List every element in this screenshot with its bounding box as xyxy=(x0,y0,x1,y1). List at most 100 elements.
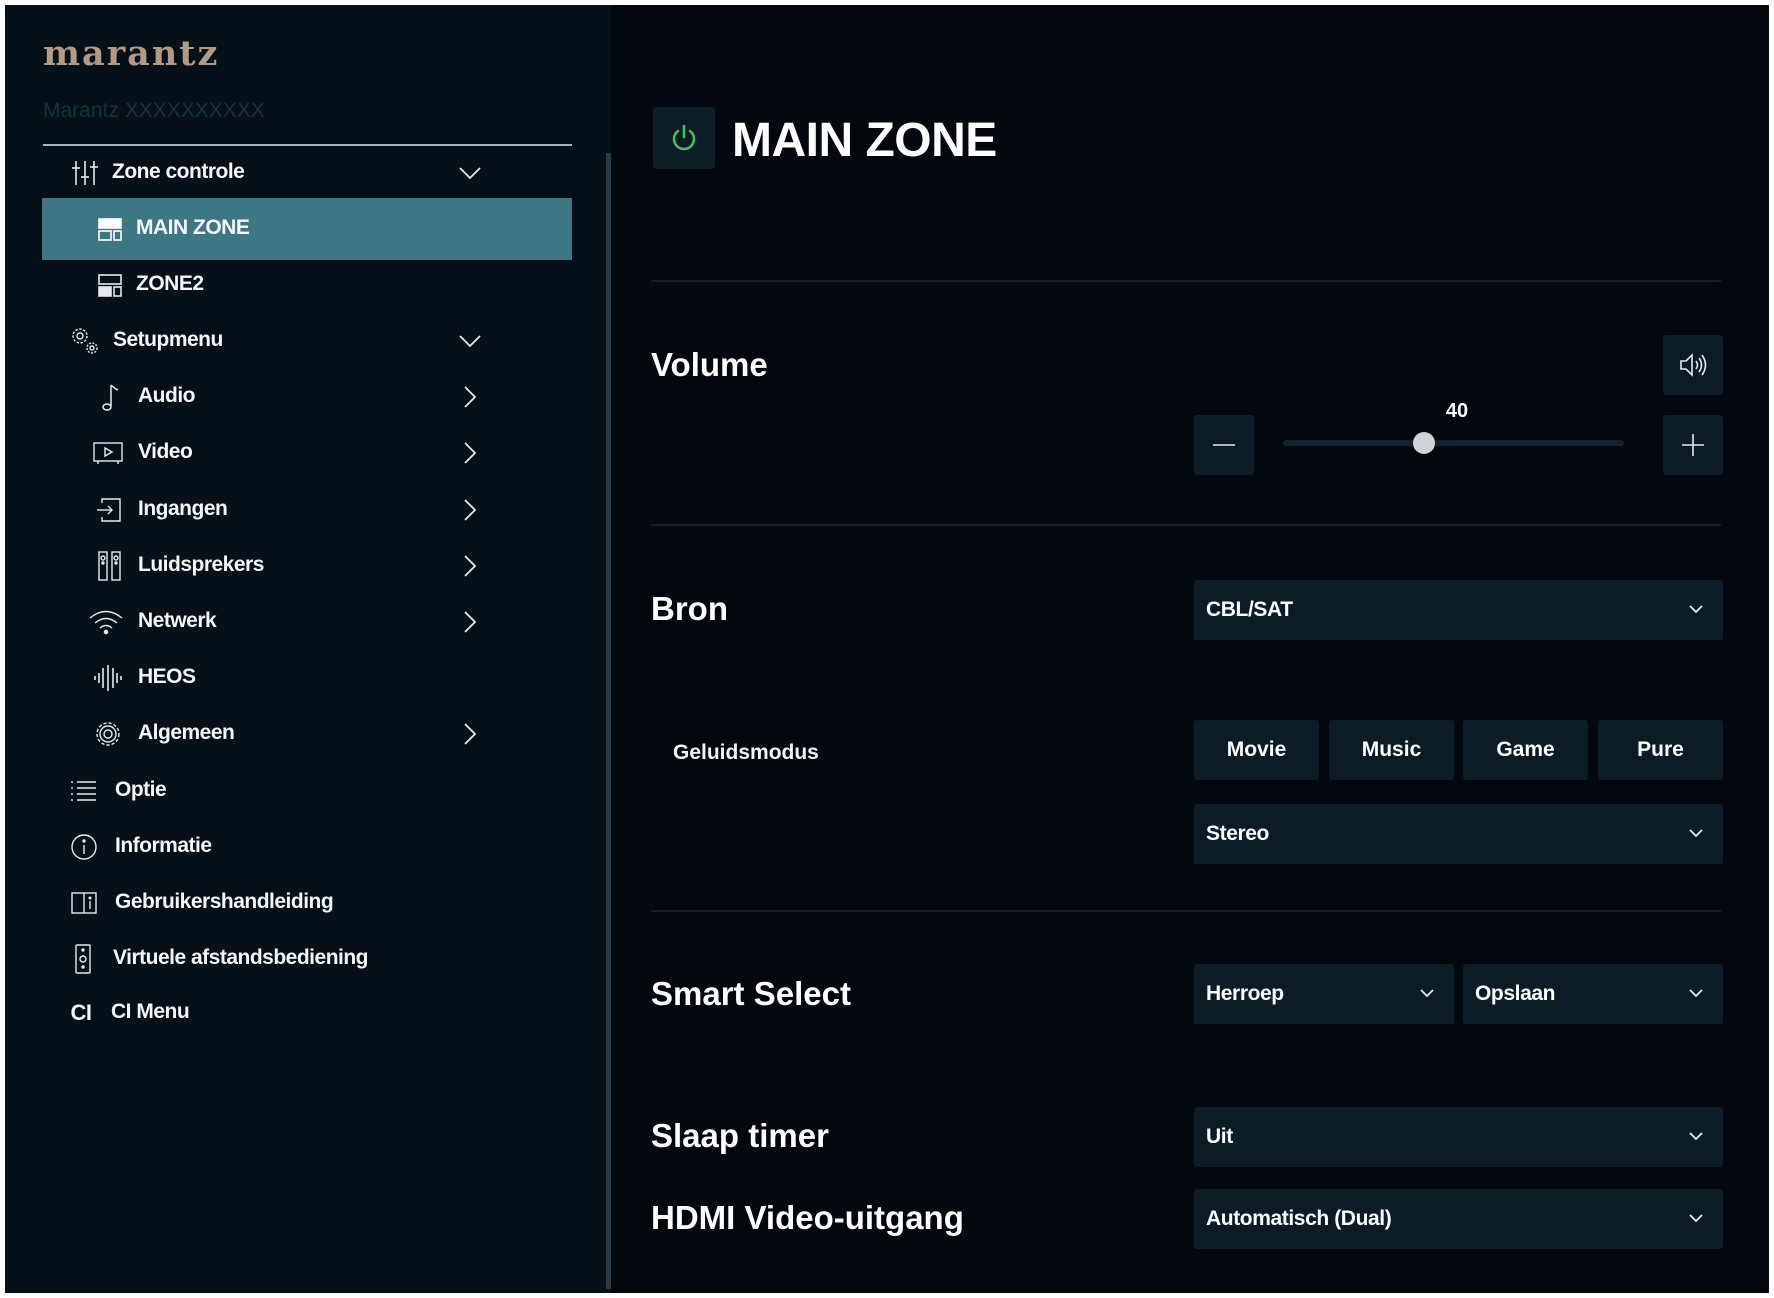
volume-value: 40 xyxy=(1445,400,1469,422)
speakers-icon xyxy=(92,548,128,584)
sidebar-item-ingangen[interactable]: Ingangen xyxy=(43,479,572,541)
volume-slider-thumb[interactable] xyxy=(1413,432,1436,454)
source-value: CBL/SAT xyxy=(1206,598,1293,621)
hdmi-output-value: Automatisch (Dual) xyxy=(1206,1207,1392,1230)
chevron-down-icon xyxy=(1416,982,1438,1004)
heos-icon xyxy=(90,660,126,696)
smart-select-recall-select[interactable]: Herroep xyxy=(1194,964,1454,1024)
sleep-timer-value: Uit xyxy=(1206,1125,1233,1148)
sidebar-item-luidsprekers[interactable]: Luidsprekers xyxy=(43,535,572,597)
chevron-down-icon xyxy=(457,160,483,186)
smart-select-label: Smart Select xyxy=(651,975,851,1012)
divider xyxy=(651,280,1721,282)
sidebar-item-label: ZONE2 xyxy=(136,272,204,295)
sound-mode-movie-button[interactable]: Movie xyxy=(1194,720,1319,780)
smart-select-recall-value: Herroep xyxy=(1206,982,1284,1005)
sleep-timer-label: Slaap timer xyxy=(651,1117,829,1154)
list-icon xyxy=(65,773,101,809)
divider xyxy=(651,524,1721,526)
sound-mode-game-button[interactable]: Game xyxy=(1463,720,1588,780)
sleep-timer-select[interactable]: Uit xyxy=(1194,1107,1723,1167)
chevron-right-icon xyxy=(457,553,483,579)
mute-button[interactable] xyxy=(1663,335,1723,395)
remote-icon xyxy=(65,941,101,977)
sidebar-item-algemeen[interactable]: Algemeen xyxy=(43,703,572,765)
chevron-right-icon xyxy=(457,497,483,523)
sound-mode-pure-button[interactable]: Pure xyxy=(1598,720,1723,780)
gear-icon xyxy=(90,716,126,752)
model-name: Marantz XXXXXXXXXX xyxy=(43,99,265,122)
sidebar-item-zone-controle[interactable]: Zone controle xyxy=(43,142,572,204)
sound-mode-music-button[interactable]: Music xyxy=(1329,720,1454,780)
chevron-down-icon xyxy=(457,328,483,354)
volume-slider[interactable] xyxy=(1283,440,1624,446)
zone-icon xyxy=(92,267,128,303)
info-icon xyxy=(66,829,102,865)
sidebar-item-label: Netwerk xyxy=(138,609,217,632)
chevron-down-icon xyxy=(1685,1125,1707,1147)
sidebar-item-label: Audio xyxy=(138,384,195,407)
sound-mode-select[interactable]: Stereo xyxy=(1194,804,1723,864)
chevron-down-icon xyxy=(1685,598,1707,620)
page-title: MAIN ZONE xyxy=(732,114,997,167)
sidebar-item-label: Virtuele afstandsbediening xyxy=(113,946,369,969)
sidebar-item-netwerk[interactable]: Netwerk xyxy=(43,591,572,653)
sound-mode-label: Geluidsmodus xyxy=(673,741,819,764)
sidebar-item-ci-menu[interactable]: CI CI Menu xyxy=(43,982,572,1044)
sidebar-item-gebruikershandleiding[interactable]: Gebruikershandleiding xyxy=(43,872,572,934)
sidebar-item-label: Zone controle xyxy=(112,160,245,183)
sidebar-item-zone2[interactable]: ZONE2 xyxy=(43,254,572,316)
smart-select-save-value: Opslaan xyxy=(1475,982,1556,1005)
minus-icon xyxy=(1210,431,1238,459)
sidebar-item-main-zone[interactable]: MAIN ZONE xyxy=(42,198,572,260)
chevron-right-icon xyxy=(457,440,483,466)
hdmi-output-label: HDMI Video-uitgang xyxy=(651,1199,964,1236)
sidebar-item-optie[interactable]: Optie xyxy=(43,760,572,822)
sidebar-item-informatie[interactable]: Informatie xyxy=(43,816,572,878)
volume-up-button[interactable] xyxy=(1663,415,1723,475)
sidebar-item-label: Setupmenu xyxy=(113,328,223,351)
volume-down-button[interactable] xyxy=(1194,415,1254,475)
sidebar-item-label: Luidsprekers xyxy=(138,553,264,576)
sidebar-item-heos[interactable]: HEOS xyxy=(43,647,572,709)
chevron-right-icon xyxy=(457,721,483,747)
source-label: Bron xyxy=(651,590,728,627)
chevron-right-icon xyxy=(457,609,483,635)
sidebar-item-audio[interactable]: Audio xyxy=(43,366,572,428)
ci-icon: CI xyxy=(70,1000,93,1025)
gears-icon xyxy=(67,323,103,359)
power-icon xyxy=(669,123,699,153)
video-icon xyxy=(90,435,126,471)
smart-select-save-select[interactable]: Opslaan xyxy=(1463,964,1723,1024)
sidebar: marantz Marantz XXXXXXXXXX Zone controle xyxy=(5,5,611,1293)
music-note-icon xyxy=(92,379,128,415)
sidebar-item-label: Gebruikershandleiding xyxy=(115,890,334,913)
volume-label: Volume xyxy=(651,346,768,383)
sidebar-item-label: Ingangen xyxy=(138,497,228,520)
sound-mode-value: Stereo xyxy=(1206,822,1269,845)
input-icon xyxy=(91,492,127,528)
chevron-down-icon xyxy=(1685,1207,1707,1229)
chevron-down-icon xyxy=(1685,822,1707,844)
source-select[interactable]: CBL/SAT xyxy=(1194,580,1723,640)
sidebar-item-label: Video xyxy=(138,440,193,463)
hdmi-output-select[interactable]: Automatisch (Dual) xyxy=(1194,1189,1723,1249)
sidebar-item-video[interactable]: Video xyxy=(43,422,572,484)
divider xyxy=(651,910,1721,912)
chevron-down-icon xyxy=(1685,982,1707,1004)
chevron-right-icon xyxy=(457,384,483,410)
sidebar-item-label: CI Menu xyxy=(111,1000,190,1023)
manual-icon xyxy=(66,885,102,921)
sidebar-item-virtuele-afstandsbediening[interactable]: Virtuele afstandsbediening xyxy=(43,928,572,990)
sidebar-item-label: MAIN ZONE xyxy=(136,216,250,239)
sliders-icon xyxy=(67,155,103,191)
sidebar-item-label: Optie xyxy=(115,778,167,801)
brand-logo: marantz xyxy=(43,33,220,74)
zone-icon xyxy=(92,211,128,247)
sidebar-item-label: Algemeen xyxy=(138,721,235,744)
main-panel: MAIN ZONE Volume 40 Bron CBL/SAT Geluids… xyxy=(611,5,1769,1293)
sidebar-item-setupmenu[interactable]: Setupmenu xyxy=(43,310,572,372)
app-window: marantz Marantz XXXXXXXXXX Zone controle xyxy=(5,5,1769,1293)
wifi-icon xyxy=(88,604,124,640)
power-button[interactable] xyxy=(653,107,715,169)
